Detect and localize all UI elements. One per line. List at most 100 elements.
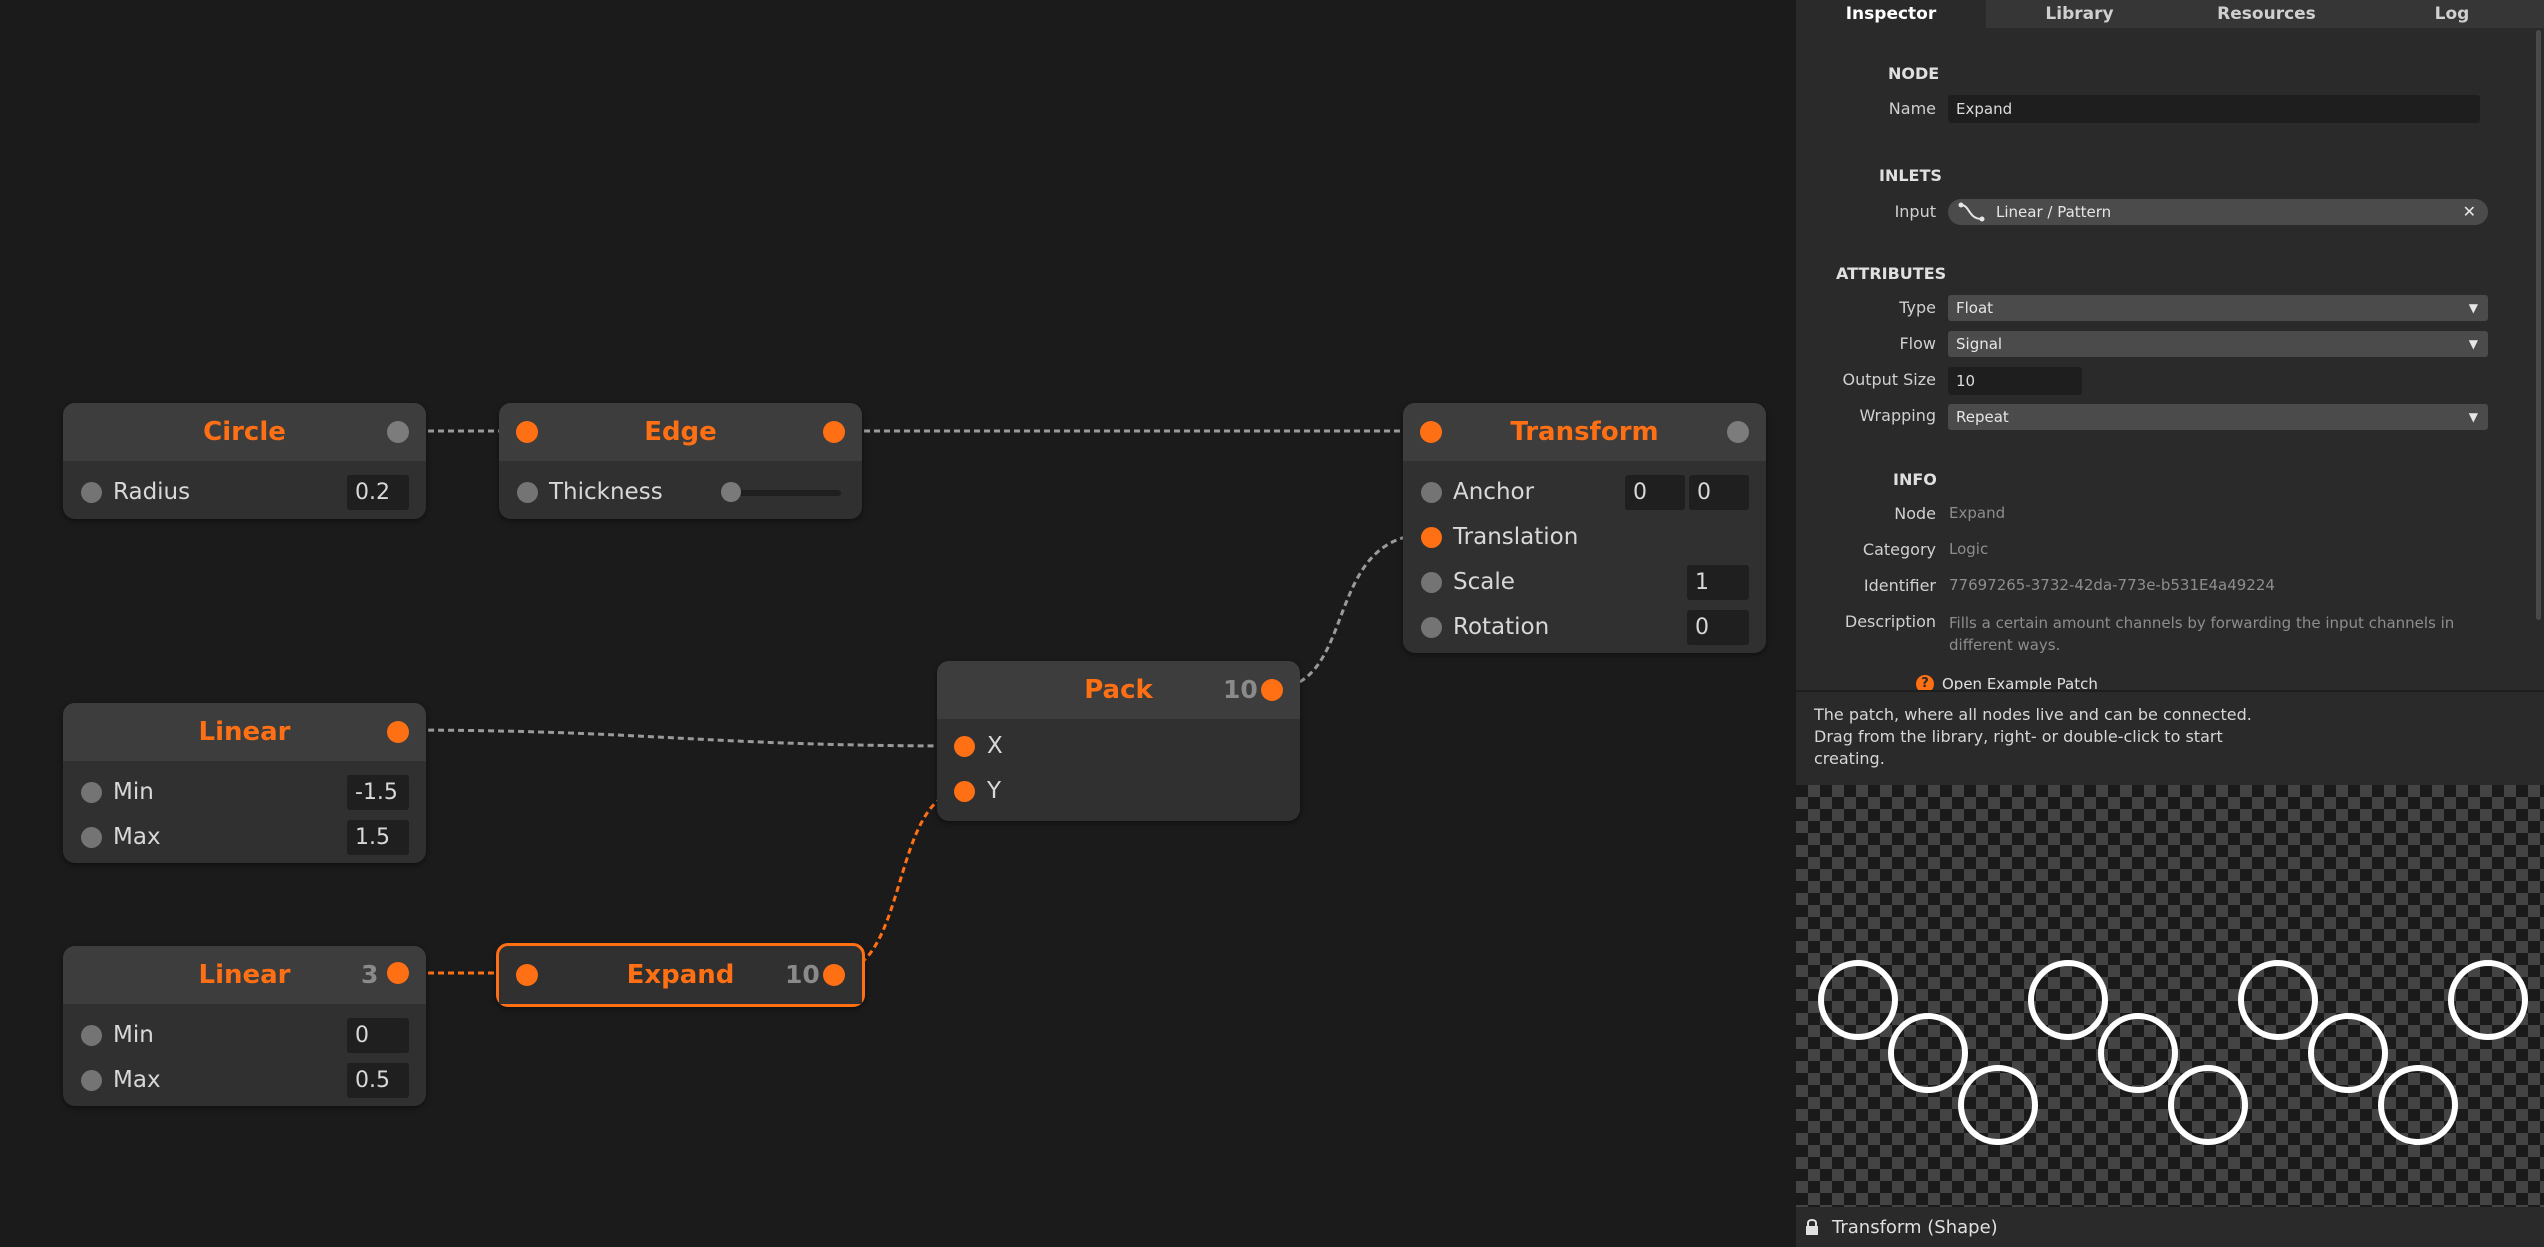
outlet-port[interactable] xyxy=(387,421,409,443)
preview-footer: Transform (Shape) xyxy=(1796,1208,2544,1247)
param-label: Rotation xyxy=(1453,614,1550,640)
param-label: Thickness xyxy=(549,479,663,505)
inspector-scrollbar[interactable] xyxy=(2536,30,2541,620)
outlet-port[interactable] xyxy=(1727,421,1749,443)
node-edge[interactable]: Edge Thickness xyxy=(499,403,862,519)
node-title: Transform xyxy=(1510,417,1659,447)
outlet-port[interactable] xyxy=(387,721,409,743)
tab-inspector[interactable]: Inspector xyxy=(1796,0,1986,28)
anchor-x-field[interactable]: 0 xyxy=(1625,475,1685,510)
help-icon: ? xyxy=(1916,675,1934,690)
max-value-field[interactable]: 1.5 xyxy=(347,820,409,855)
preview-circle xyxy=(2028,960,2108,1040)
input-connection-pill[interactable]: Linear / Pattern ✕ xyxy=(1948,199,2488,225)
min-value-field[interactable]: 0 xyxy=(347,1018,409,1053)
patch-canvas[interactable]: Circle Radius 0.2 Edge Thickness Transfo… xyxy=(0,0,1796,1247)
preview-circle xyxy=(2308,1013,2388,1093)
info-node-label: Node xyxy=(1894,504,1936,523)
inlet-port[interactable] xyxy=(1421,617,1442,638)
outlet-port[interactable] xyxy=(387,962,409,984)
inlet-port[interactable] xyxy=(516,421,538,443)
identifier-value: 77697265-3732-42da-773e-b531E4a49224 xyxy=(1949,576,2275,594)
outlet-port[interactable] xyxy=(823,964,845,986)
param-row-y: Y xyxy=(937,769,1300,814)
param-label: Radius xyxy=(113,479,191,505)
inspector-panel: Inspector Library Resources Log NODE Nam… xyxy=(1796,0,2544,1247)
preview-circle xyxy=(2098,1013,2178,1093)
outlet-port[interactable] xyxy=(1261,679,1283,701)
param-label: Max xyxy=(113,824,161,850)
param-label: Y xyxy=(987,778,1002,804)
info-node-value: Expand xyxy=(1949,504,2006,522)
node-title: Edge xyxy=(644,417,717,447)
anchor-y-field[interactable]: 0 xyxy=(1689,475,1749,510)
inlet-port[interactable] xyxy=(1421,527,1442,548)
node-pack[interactable]: Pack 10 X Y xyxy=(937,661,1300,821)
preview-circle xyxy=(1888,1013,1968,1093)
panel-divider xyxy=(1796,690,2544,692)
wrapping-dropdown[interactable]: Repeat ▼ xyxy=(1948,404,2488,430)
inlet-port[interactable] xyxy=(1421,482,1442,503)
param-row-scale: Scale 1 xyxy=(1403,560,1766,605)
type-dropdown[interactable]: Float ▼ xyxy=(1948,295,2488,321)
category-value: Logic xyxy=(1949,540,1989,558)
inlet-port[interactable] xyxy=(516,964,538,986)
preview-circle xyxy=(2168,1065,2248,1145)
node-title: Linear xyxy=(198,717,291,747)
output-size-field[interactable]: 10 xyxy=(1948,367,2082,395)
open-example-label: Open Example Patch xyxy=(1942,675,2098,690)
param-label: Translation xyxy=(1453,524,1579,550)
help-hint: The patch, where all nodes live and can … xyxy=(1814,705,2252,768)
inlet-port[interactable] xyxy=(1420,421,1442,443)
scale-value-field[interactable]: 1 xyxy=(1687,565,1749,600)
channel-count: 10 xyxy=(1223,675,1258,704)
name-field[interactable]: Expand xyxy=(1948,95,2480,123)
max-value-field[interactable]: 0.5 xyxy=(347,1063,409,1098)
node-transform[interactable]: Transform Anchor 0 0 Translation Scale 1… xyxy=(1403,403,1766,653)
tab-library[interactable]: Library xyxy=(1986,0,2173,28)
tab-log[interactable]: Log xyxy=(2360,0,2544,28)
inlet-port[interactable] xyxy=(81,827,102,848)
param-label: Min xyxy=(113,1022,154,1048)
section-inlets: INLETS xyxy=(1879,166,1942,185)
inlet-port[interactable] xyxy=(517,482,538,503)
node-circle[interactable]: Circle Radius 0.2 xyxy=(63,403,426,519)
wire-linear-pack-x xyxy=(397,728,965,748)
tab-resources[interactable]: Resources xyxy=(2173,0,2360,28)
wrapping-label: Wrapping xyxy=(1859,406,1936,425)
node-title: Circle xyxy=(203,417,286,447)
outlet-port[interactable] xyxy=(823,421,845,443)
preview-circle xyxy=(2378,1065,2458,1145)
panel-tabs: Inspector Library Resources Log xyxy=(1796,0,2544,28)
thickness-slider-handle[interactable] xyxy=(721,482,741,502)
close-icon[interactable]: ✕ xyxy=(2463,199,2476,225)
node-linear[interactable]: Linear 3 Min 0 Max 0.5 xyxy=(63,946,426,1106)
lock-icon[interactable] xyxy=(1804,1218,1820,1236)
preview-label: Transform (Shape) xyxy=(1832,1217,1998,1238)
param-row-max: Max 0.5 xyxy=(63,1058,426,1103)
inlet-port[interactable] xyxy=(81,1025,102,1046)
channel-count: 10 xyxy=(785,960,820,989)
inlet-port[interactable] xyxy=(1421,572,1442,593)
type-label: Type xyxy=(1899,298,1936,317)
inlet-port[interactable] xyxy=(954,781,975,802)
category-label: Category xyxy=(1862,540,1936,559)
open-example-link[interactable]: ? Open Example Patch xyxy=(1916,672,2216,690)
rotation-value-field[interactable]: 0 xyxy=(1687,610,1749,645)
param-row-radius: Radius 0.2 xyxy=(63,470,426,515)
flow-dropdown[interactable]: Signal ▼ xyxy=(1948,331,2488,357)
description-value: Fills a certain amount channels by forwa… xyxy=(1949,614,2455,654)
radius-value-field[interactable]: 0.2 xyxy=(347,475,409,510)
chevron-down-icon: ▼ xyxy=(2468,301,2478,315)
chevron-down-icon: ▼ xyxy=(2468,410,2478,424)
section-node: NODE xyxy=(1888,64,1940,83)
section-info: INFO xyxy=(1893,470,1937,489)
wrapping-value: Repeat xyxy=(1956,408,2009,426)
inlet-port[interactable] xyxy=(81,1070,102,1091)
inlet-port[interactable] xyxy=(81,482,102,503)
inlet-port[interactable] xyxy=(81,782,102,803)
min-value-field[interactable]: -1.5 xyxy=(347,775,409,810)
inlet-port[interactable] xyxy=(954,736,975,757)
node-linear[interactable]: Linear Min -1.5 Max 1.5 xyxy=(63,703,426,863)
node-expand[interactable]: Expand 10 xyxy=(496,943,865,1007)
